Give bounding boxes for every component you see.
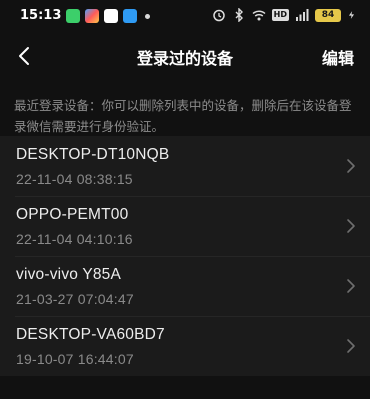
- app-notification-icon: [104, 9, 118, 23]
- charging-icon: [348, 11, 355, 19]
- chevron-right-icon: [347, 219, 355, 233]
- edit-button[interactable]: 编辑: [322, 45, 354, 69]
- device-list-item[interactable]: OPPO-PEMT00 22-11-04 04:10:16: [0, 196, 370, 256]
- device-login-time: 22-11-04 04:10:16: [16, 231, 133, 247]
- signal-icon: [296, 9, 309, 21]
- app-notification-icon: [85, 9, 99, 23]
- app-notification-icon: [123, 9, 137, 23]
- alarm-icon: [212, 9, 225, 22]
- device-login-time: 22-11-04 08:38:15: [16, 171, 133, 187]
- description-text: 最近登录设备：你可以删除列表中的设备，删除后在该设备登录微信需要进行身份验证。: [14, 98, 352, 134]
- chevron-right-icon: [347, 159, 355, 173]
- hd-badge: HD: [271, 9, 289, 21]
- status-bar: 15:13 HD 84: [0, 0, 370, 34]
- device-list-item[interactable]: DESKTOP-VA60BD7 19-10-07 16:44:07: [0, 316, 370, 376]
- app-notification-icon: [66, 9, 80, 23]
- status-indicators: HD 84: [212, 8, 356, 22]
- device-name: vivo-vivo Y85A: [16, 266, 122, 283]
- chevron-right-icon: [347, 279, 355, 293]
- device-list-item[interactable]: DESKTOP-DT10NQB 22-11-04 08:38:15: [0, 136, 370, 196]
- device-name: DESKTOP-DT10NQB: [16, 146, 170, 163]
- device-name: OPPO-PEMT00: [16, 206, 129, 223]
- more-notifications-dot: [145, 14, 150, 19]
- device-login-time: 19-10-07 16:44:07: [16, 351, 134, 367]
- battery-indicator: 84: [315, 8, 341, 22]
- notification-app-icons: [66, 9, 137, 23]
- navigation-header: 登录过的设备 编辑: [0, 34, 370, 78]
- chevron-right-icon: [347, 339, 355, 353]
- device-login-time: 21-03-27 07:04:47: [16, 291, 134, 307]
- page-title: 登录过的设备: [136, 49, 233, 68]
- device-name: DESKTOP-VA60BD7: [16, 326, 165, 343]
- bluetooth-icon: [235, 8, 243, 22]
- device-list-item[interactable]: vivo-vivo Y85A 21-03-27 07:04:47: [0, 256, 370, 316]
- status-time: 15:13: [20, 8, 62, 23]
- wifi-icon: [252, 10, 266, 21]
- device-list: DESKTOP-DT10NQB 22-11-04 08:38:15 OPPO-P…: [0, 136, 370, 376]
